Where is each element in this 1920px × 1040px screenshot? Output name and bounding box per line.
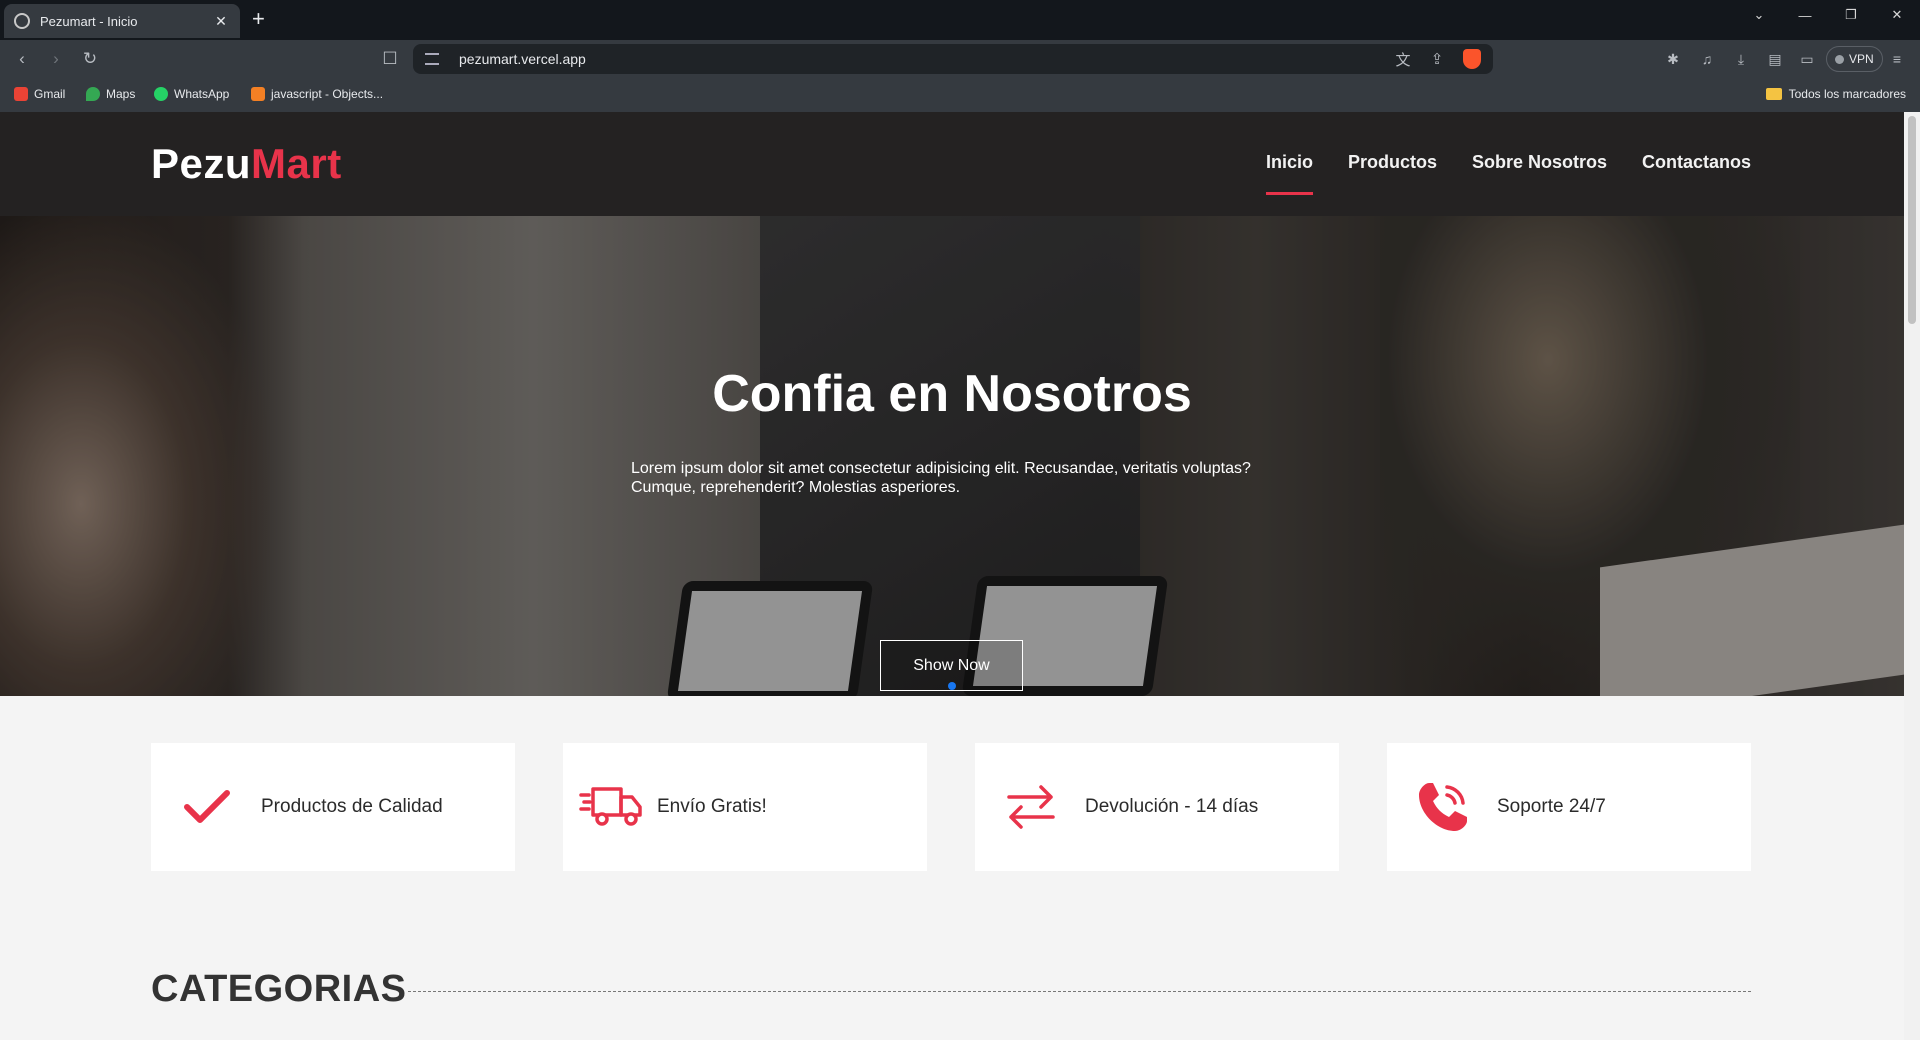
feature-card-returns: Devolución - 14 días	[975, 743, 1339, 871]
page-viewport: PezuMart Inicio Productos Sobre Nosotros…	[0, 112, 1904, 1040]
bookmark-label: javascript - Objects...	[271, 87, 384, 101]
browser-tab[interactable]: Pezumart - Inicio ✕	[4, 4, 240, 38]
forward-button[interactable]: ›	[44, 47, 68, 71]
vpn-button[interactable]: VPN	[1826, 46, 1883, 72]
hero-description: Lorem ipsum dolor sit amet consectetur a…	[631, 460, 1251, 496]
logo-main-text: Pezu	[151, 140, 252, 187]
page-scrollbar[interactable]	[1904, 112, 1920, 1040]
hero-carousel: Confia en Nosotros Lorem ipsum dolor sit…	[0, 216, 1904, 696]
feature-card-support: Soporte 24/7	[1387, 743, 1751, 871]
globe-icon	[14, 13, 30, 29]
categories-divider	[408, 991, 1751, 992]
minimize-button[interactable]: —	[1782, 0, 1828, 30]
back-button[interactable]: ‹	[10, 47, 34, 71]
close-window-button[interactable]: ✕	[1874, 0, 1920, 30]
bookmarks-bar: Gmail Maps WhatsApp javascript - Objects…	[0, 78, 1920, 112]
bookmark-stackoverflow[interactable]: javascript - Objects...	[251, 87, 383, 101]
bookmark-gmail[interactable]: Gmail	[14, 87, 65, 101]
download-icon[interactable]: ⤓	[1730, 48, 1752, 70]
new-tab-button[interactable]: +	[252, 8, 265, 30]
hero-overlay	[0, 216, 1904, 696]
feature-label: Devolución - 14 días	[1085, 796, 1259, 817]
site-logo[interactable]: PezuMart	[151, 140, 342, 188]
feature-label: Envío Gratis!	[657, 796, 767, 817]
site-header: PezuMart Inicio Productos Sobre Nosotros…	[0, 112, 1904, 216]
bookmark-label: WhatsApp	[174, 87, 230, 101]
vpn-label: VPN	[1849, 52, 1874, 66]
logo-accent-text: Mart	[251, 140, 342, 187]
gmail-icon	[14, 87, 28, 101]
nav-sobre-nosotros[interactable]: Sobre Nosotros	[1472, 152, 1607, 173]
phone-ringing-icon	[1411, 775, 1475, 839]
categories-title: CATEGORIAS	[151, 968, 407, 1010]
feature-card-quality: Productos de Calidad	[151, 743, 515, 871]
sidebar-icon[interactable]: ▤	[1764, 48, 1786, 70]
address-bar[interactable]: pezumart.vercel.app 文 ⇪	[413, 44, 1493, 74]
feature-card-shipping: Envío Gratis!	[563, 743, 927, 871]
share-icon[interactable]: ⇪	[1425, 47, 1449, 71]
bookmark-label: Gmail	[34, 87, 66, 101]
bookmark-maps[interactable]: Maps	[86, 87, 135, 101]
hero-title: Confia en Nosotros	[712, 365, 1192, 423]
url-text[interactable]: pezumart.vercel.app	[459, 51, 1391, 67]
features-row: Productos de Calidad Envío Gratis! Devol…	[151, 743, 1751, 871]
truck-icon	[579, 775, 643, 839]
browser-tab-strip: Pezumart - Inicio ✕ + ⌄ — ❐ ✕	[0, 0, 1920, 40]
wallet-icon[interactable]: ▭	[1796, 48, 1818, 70]
carousel-dot-1[interactable]	[948, 682, 956, 690]
folder-icon	[1765, 88, 1782, 100]
whatsapp-icon	[154, 87, 168, 101]
restore-button[interactable]: ❐	[1828, 0, 1874, 30]
brave-shields-icon[interactable]	[1463, 49, 1481, 69]
reload-button[interactable]: ↻	[78, 47, 102, 71]
bookmark-whatsapp[interactable]: WhatsApp	[154, 87, 229, 101]
tab-title: Pezumart - Inicio	[40, 13, 138, 29]
bookmark-label: Maps	[106, 87, 136, 101]
maps-icon	[86, 87, 100, 101]
nav-contactanos[interactable]: Contactanos	[1642, 152, 1751, 173]
vpn-status-icon	[1835, 54, 1844, 64]
translate-icon[interactable]: 文	[1391, 47, 1415, 71]
all-bookmarks-folder[interactable]: Todos los marcadores	[1765, 87, 1906, 101]
nav-inicio[interactable]: Inicio	[1266, 152, 1314, 195]
nav-productos[interactable]: Productos	[1348, 152, 1437, 173]
feature-label: Productos de Calidad	[261, 796, 443, 817]
menu-icon[interactable]: ≡	[1886, 48, 1908, 70]
media-icon[interactable]: ♫	[1696, 48, 1718, 70]
extensions-icon[interactable]: ✱	[1662, 48, 1684, 70]
feature-label: Soporte 24/7	[1497, 796, 1606, 817]
tab-search-chevron-icon[interactable]: ⌄	[1736, 0, 1782, 30]
close-tab-icon[interactable]: ✕	[212, 13, 230, 30]
stackoverflow-icon	[251, 87, 265, 101]
browser-toolbar: ‹ › ↻ ☐ pezumart.vercel.app 文 ⇪ ✱ ♫ ⤓ ▤ …	[0, 40, 1920, 78]
bookmark-icon[interactable]: ☐	[378, 47, 402, 71]
check-icon	[175, 775, 239, 839]
exchange-arrows-icon	[999, 775, 1063, 839]
site-settings-icon[interactable]	[425, 53, 439, 65]
folder-label: Todos los marcadores	[1788, 87, 1906, 101]
scrollbar-thumb[interactable]	[1908, 116, 1916, 324]
